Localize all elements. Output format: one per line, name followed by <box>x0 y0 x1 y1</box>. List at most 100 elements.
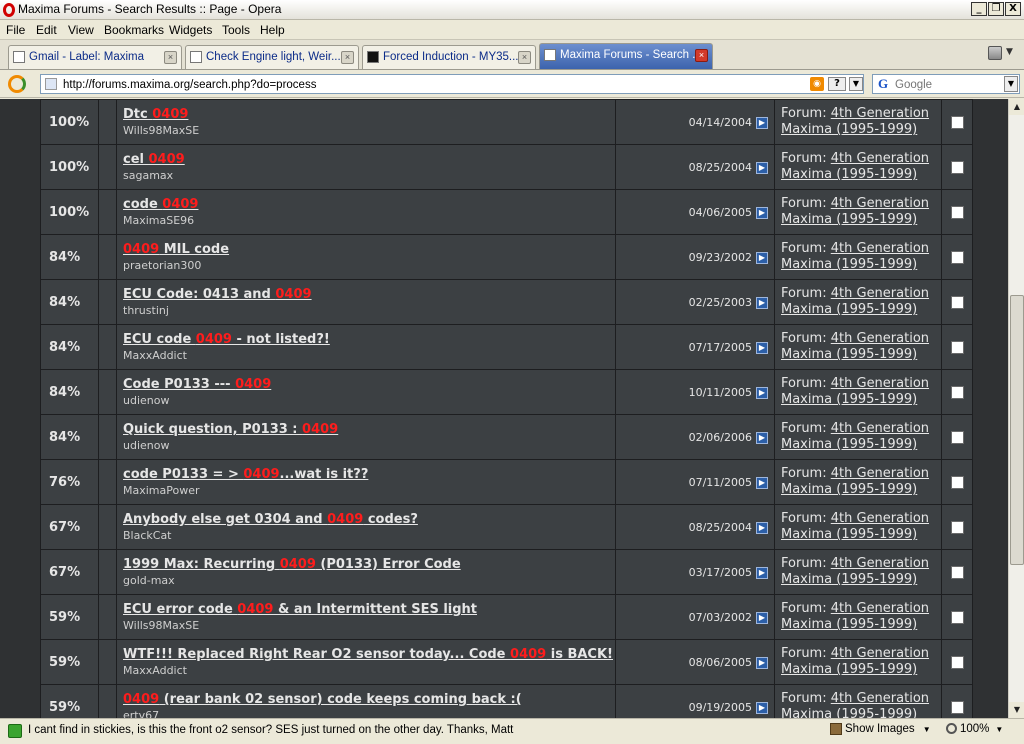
thread-title-link[interactable]: 1999 Max: Recurring 0409 (P0133) Error C… <box>123 557 615 572</box>
help-icon[interactable]: ? <box>828 77 846 91</box>
tab-close-icon[interactable]: × <box>341 51 354 64</box>
thread-cell: cel 0409 sagamax <box>116 144 616 190</box>
reload-icon[interactable] <box>8 75 26 93</box>
minimize-button[interactable]: _ <box>971 2 987 16</box>
rss-feed-icon[interactable]: ◉ <box>810 77 824 91</box>
thread-title-link[interactable]: Dtc 0409 <box>123 107 615 122</box>
row-checkbox[interactable] <box>950 116 964 129</box>
search-results-table: 100% Dtc 0409 Wills98MaxSE 04/14/2004 ▶ F… <box>40 99 973 718</box>
vertical-scrollbar[interactable]: ▲ ▼ <box>1008 99 1024 718</box>
tab-close-icon[interactable]: × <box>164 51 177 64</box>
go-to-last-post-icon[interactable]: ▶ <box>756 476 768 489</box>
icon-cell <box>98 459 117 505</box>
row-checkbox[interactable] <box>950 386 964 399</box>
menu-help[interactable]: Help <box>260 23 285 37</box>
go-to-last-post-icon[interactable]: ▶ <box>756 611 768 624</box>
menu-bookmarks[interactable]: Bookmarks <box>104 23 164 37</box>
tab-check-engine[interactable]: Check Engine light, Weir... × <box>185 45 359 69</box>
close-window-button[interactable]: X <box>1005 2 1021 16</box>
zoom-selector[interactable]: 100% ▼ <box>946 723 1003 735</box>
go-to-last-post-icon[interactable]: ▶ <box>756 116 768 129</box>
thread-cell: Anybody else get 0304 and 0409 codes? Bl… <box>116 504 616 550</box>
thread-title-link[interactable]: code P0133 = > 0409...wat is it?? <box>123 467 615 482</box>
last-post-cell: 07/11/2005 ▶ <box>615 459 775 505</box>
go-to-last-post-icon[interactable]: ▶ <box>756 701 768 714</box>
status-bar: I cant find in stickies, is this the fro… <box>0 718 1024 744</box>
last-post-date: 10/11/2005 <box>688 385 752 399</box>
go-to-last-post-icon[interactable]: ▶ <box>756 161 768 174</box>
go-to-last-post-icon[interactable]: ▶ <box>756 206 768 219</box>
menu-widgets[interactable]: Widgets <box>169 23 212 37</box>
menu-tools[interactable]: Tools <box>222 23 250 37</box>
go-to-last-post-icon[interactable]: ▶ <box>756 566 768 579</box>
select-cell <box>941 99 973 145</box>
thread-title-link[interactable]: ECU code 0409 - not listed?! <box>123 332 615 347</box>
go-to-last-post-icon[interactable]: ▶ <box>756 386 768 399</box>
go-to-last-post-icon[interactable]: ▶ <box>756 341 768 354</box>
thread-title-link[interactable]: cel 0409 <box>123 152 615 167</box>
search-highlight: 0409 <box>279 557 316 572</box>
url-dropdown-icon[interactable]: ▼ <box>849 77 863 91</box>
google-icon[interactable]: G <box>876 77 890 91</box>
trash-icon[interactable] <box>988 46 1002 60</box>
row-checkbox[interactable] <box>950 251 964 264</box>
thread-title-link[interactable]: ECU Code: 0413 and 0409 <box>123 287 615 302</box>
last-post-cell: 08/25/2004 ▶ <box>615 144 775 190</box>
search-input[interactable] <box>895 77 999 92</box>
scroll-up-icon[interactable]: ▲ <box>1009 99 1024 115</box>
row-checkbox[interactable] <box>950 431 964 444</box>
thread-title-link[interactable]: Anybody else get 0304 and 0409 codes? <box>123 512 615 527</box>
scroll-down-icon[interactable]: ▼ <box>1009 702 1024 718</box>
row-checkbox[interactable] <box>950 611 964 624</box>
site-favicon-icon <box>367 51 379 63</box>
select-cell <box>941 459 973 505</box>
search-highlight: 0409 <box>237 602 274 617</box>
last-post-cell: 10/11/2005 ▶ <box>615 369 775 415</box>
row-checkbox[interactable] <box>950 296 964 309</box>
thread-cell: code P0133 = > 0409...wat is it?? Maxima… <box>116 459 616 505</box>
search-engine-dropdown-icon[interactable]: ▼ <box>1004 76 1018 92</box>
menu-edit[interactable]: Edit <box>36 23 57 37</box>
thread-cell: ECU Code: 0413 and 0409 thrustinj <box>116 279 616 325</box>
thread-title-link[interactable]: Code P0133 --- 0409 <box>123 377 615 392</box>
row-checkbox[interactable] <box>950 206 964 219</box>
go-to-last-post-icon[interactable]: ▶ <box>756 251 768 264</box>
chevron-down-icon[interactable]: ▼ <box>1006 47 1013 57</box>
last-post-cell: 08/25/2004 ▶ <box>615 504 775 550</box>
show-images-selector[interactable]: Show Images ▼ <box>830 723 931 741</box>
go-to-last-post-icon[interactable]: ▶ <box>756 296 768 309</box>
row-checkbox[interactable] <box>950 476 964 489</box>
row-checkbox[interactable] <box>950 341 964 354</box>
row-checkbox[interactable] <box>950 656 964 669</box>
thread-title-link[interactable]: 0409 (rear bank 02 sensor) code keeps co… <box>123 692 615 707</box>
thread-title-link[interactable]: Quick question, P0133 : 0409 <box>123 422 615 437</box>
go-to-last-post-icon[interactable]: ▶ <box>756 431 768 444</box>
menu-view[interactable]: View <box>68 23 94 37</box>
status-text: I cant find in stickies, is this the fro… <box>28 724 514 736</box>
menu-file[interactable]: File <box>6 23 25 37</box>
thread-title-link[interactable]: ECU error code 0409 & an Intermittent SE… <box>123 602 615 617</box>
tab-gmail[interactable]: Gmail - Label: Maxima × <box>8 45 182 69</box>
row-checkbox[interactable] <box>950 161 964 174</box>
row-checkbox[interactable] <box>950 701 964 714</box>
scrollbar-thumb[interactable] <box>1010 295 1024 565</box>
tab-forced-induction[interactable]: Forced Induction - MY35... × <box>362 45 536 69</box>
row-checkbox[interactable] <box>950 521 964 534</box>
last-post-date: 04/06/2005 <box>688 205 752 219</box>
thread-title-link[interactable]: WTF!!! Replaced Right Rear O2 sensor tod… <box>123 647 615 662</box>
thread-title-link[interactable]: code 0409 <box>123 197 615 212</box>
thread-author: MaxxAddict <box>123 349 187 362</box>
search-highlight: 0409 <box>123 242 160 257</box>
go-to-last-post-icon[interactable]: ▶ <box>756 521 768 534</box>
result-row: 67% 1999 Max: Recurring 0409 (P0133) Err… <box>40 549 973 595</box>
go-to-last-post-icon[interactable]: ▶ <box>756 656 768 669</box>
select-cell <box>941 279 973 325</box>
url-input[interactable] <box>63 77 803 92</box>
thread-title-link[interactable]: 0409 MIL code <box>123 242 615 257</box>
tab-close-icon[interactable]: × <box>695 49 708 62</box>
tab-maxima-search[interactable]: Maxima Forums - Search ... × <box>539 43 713 69</box>
restore-button[interactable]: ❐ <box>988 2 1004 16</box>
tab-close-icon[interactable]: × <box>518 51 531 64</box>
row-checkbox[interactable] <box>950 566 964 579</box>
icon-cell <box>98 144 117 190</box>
